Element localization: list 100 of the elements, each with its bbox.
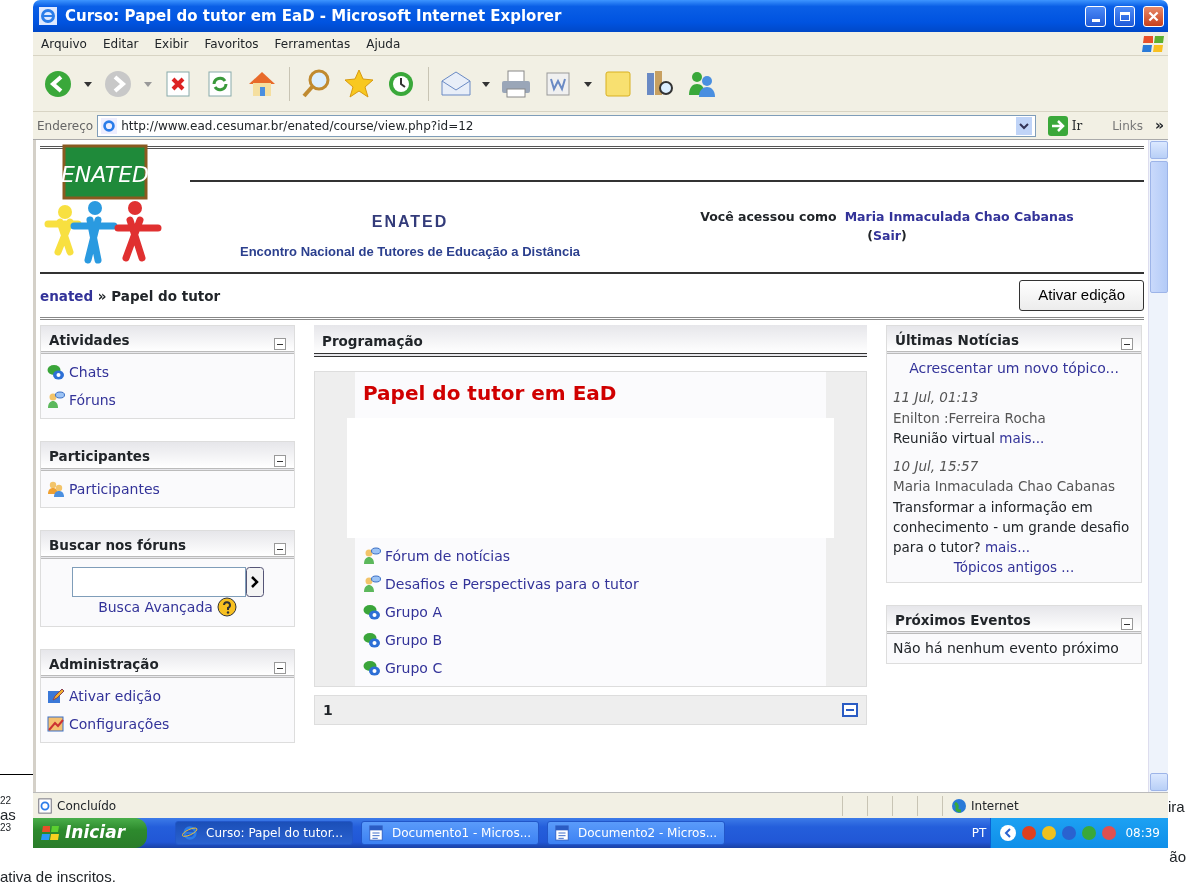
menu-item[interactable]: Editar bbox=[94, 34, 147, 53]
chevron-button[interactable]: » bbox=[1154, 115, 1164, 136]
section-title: Programação bbox=[322, 333, 423, 349]
menu-item[interactable]: Arquivo bbox=[33, 34, 95, 53]
forum-icon bbox=[363, 547, 381, 566]
document-text: ão bbox=[1169, 848, 1186, 866]
close-button[interactable] bbox=[1143, 5, 1164, 27]
help-icon[interactable] bbox=[216, 597, 237, 618]
collapse-icon[interactable] bbox=[1121, 617, 1133, 630]
chat-icon bbox=[363, 603, 381, 622]
chat-icon bbox=[363, 659, 381, 678]
browser-icon bbox=[39, 7, 57, 25]
activity-link[interactable]: Grupo A bbox=[355, 598, 826, 627]
zone-text: Internet bbox=[971, 797, 1019, 815]
add-topic-link[interactable]: Acrescentar um novo tópico... bbox=[909, 360, 1119, 377]
logout-link[interactable]: Sair bbox=[873, 228, 901, 243]
breadcrumb-link[interactable]: enated bbox=[40, 288, 94, 304]
maximize-button[interactable] bbox=[1114, 5, 1135, 27]
post-date: 10 Jul, 15:57 bbox=[893, 457, 980, 476]
block-title: Próximos Eventos bbox=[895, 610, 1031, 630]
tray-icon[interactable] bbox=[1061, 825, 1078, 841]
post-author: Maria Inmaculada Chao Cabanas bbox=[893, 477, 1117, 497]
more-link[interactable]: mais... bbox=[999, 429, 1045, 446]
forum-icon bbox=[47, 391, 65, 410]
collapse-icon[interactable] bbox=[842, 703, 858, 718]
clock: 08:39 bbox=[1125, 825, 1160, 842]
menu-item[interactable]: Ferramentas bbox=[266, 34, 359, 53]
user-link[interactable]: Maria Inmaculada Chao Cabanas bbox=[844, 208, 1074, 227]
activity-link[interactable]: Grupo C bbox=[355, 654, 826, 683]
post-subject: Reunião virtual mais... bbox=[893, 428, 1046, 448]
block-link[interactable]: Fóruns bbox=[47, 386, 288, 415]
taskbar-button[interactable]: Curso: Papel do tutor... bbox=[175, 821, 353, 845]
footnote-number: 23 bbox=[0, 822, 13, 834]
expand-tray-icon[interactable] bbox=[999, 824, 1018, 842]
block-title: Administração bbox=[49, 654, 159, 674]
document-text: ira bbox=[1168, 798, 1185, 815]
start-button[interactable]: Iniciar bbox=[33, 818, 147, 848]
block-title: Participantes bbox=[49, 447, 151, 467]
menu-item[interactable]: Ajuda bbox=[358, 34, 409, 53]
window-title: Curso: Papel do tutor em EaD - Microsoft Internet Explorer bbox=[65, 5, 563, 27]
page-icon bbox=[101, 117, 118, 134]
post-subject: Transformar a informação em conhecimento - um grande desafio para o tutor? mais... bbox=[893, 497, 1131, 557]
windows-logo-icon bbox=[41, 824, 61, 842]
document-text: as bbox=[0, 807, 17, 822]
breadcrumb: enated » Papel do tutor bbox=[40, 287, 221, 306]
edit-mode-button[interactable]: Ativar edição bbox=[1019, 280, 1144, 311]
menu-item[interactable]: Exibir bbox=[146, 34, 197, 53]
site-title: ENATED bbox=[371, 212, 449, 233]
address-field[interactable]: http://www.ead.cesumar.br/enated/course/view.php?id=12 bbox=[97, 114, 1036, 137]
status-text: Concluído bbox=[57, 797, 118, 815]
block-link[interactable]: Participantes bbox=[47, 474, 288, 503]
vertical-scrollbar[interactable] bbox=[1148, 140, 1168, 792]
collapse-icon[interactable] bbox=[274, 662, 286, 674]
language-indicator[interactable]: PT bbox=[971, 824, 987, 842]
menu-item[interactable]: Favoritos bbox=[196, 34, 267, 53]
block-title: Últimas Notícias bbox=[895, 330, 1019, 350]
section-number: 1 bbox=[323, 700, 333, 720]
document-text: ativa de inscritos. bbox=[0, 868, 116, 885]
collapse-icon[interactable] bbox=[274, 542, 286, 555]
block-link[interactable]: Ativar edição bbox=[47, 682, 288, 710]
page-icon bbox=[37, 797, 53, 814]
more-link[interactable]: mais... bbox=[984, 539, 1030, 555]
site-subtitle: Encontro Nacional de Tutores de Educação a Distância bbox=[240, 243, 580, 262]
tray-icon[interactable] bbox=[1041, 825, 1058, 841]
search-field[interactable] bbox=[71, 566, 246, 597]
search-button[interactable] bbox=[245, 566, 264, 597]
minimize-button[interactable] bbox=[1085, 5, 1106, 27]
chat-icon bbox=[363, 631, 381, 650]
collapse-icon[interactable] bbox=[274, 454, 286, 467]
block-title: Atividades bbox=[49, 331, 130, 350]
advanced-search-link[interactable]: Busca Avançada bbox=[98, 596, 213, 618]
go-button[interactable]: Ir bbox=[1039, 115, 1091, 136]
people-icon bbox=[47, 479, 65, 498]
post-date: 11 Jul, 01:13 bbox=[893, 388, 980, 408]
browser-icon bbox=[182, 825, 198, 841]
footnote-number: 22 bbox=[0, 795, 13, 807]
links-label[interactable]: Links bbox=[1112, 116, 1143, 135]
address-label: Endereço bbox=[37, 117, 94, 135]
dropdown-icon[interactable] bbox=[1015, 116, 1032, 135]
forum-icon bbox=[363, 575, 381, 594]
globe-icon bbox=[951, 797, 967, 814]
block-link[interactable]: Chats bbox=[47, 358, 288, 387]
events-text: Não há nenhum evento próximo bbox=[893, 639, 1119, 656]
collapse-icon[interactable] bbox=[1121, 338, 1133, 351]
settings-icon bbox=[47, 715, 65, 733]
activity-link[interactable]: Fórum de notícias bbox=[355, 542, 826, 571]
older-topics-link[interactable]: Tópicos antigos ... bbox=[953, 559, 1075, 576]
logout-line: (Sair) bbox=[867, 227, 907, 245]
activity-link[interactable]: Desafios e Perspectivas para o tutor bbox=[355, 570, 826, 599]
block-title: Buscar nos fóruns bbox=[49, 535, 187, 555]
pencil-icon bbox=[47, 687, 65, 705]
post-author: Enilton :Ferreira Rocha bbox=[893, 408, 1047, 428]
collapse-icon[interactable] bbox=[274, 338, 286, 351]
activity-link[interactable]: Grupo B bbox=[355, 626, 826, 655]
block-link[interactable]: Configurações bbox=[47, 710, 288, 738]
document-icon bbox=[368, 825, 384, 841]
chat-icon bbox=[47, 363, 65, 382]
login-label: Você acessou como bbox=[700, 208, 837, 227]
topic-heading: Papel do tutor em EaD bbox=[362, 380, 618, 408]
document-icon bbox=[554, 825, 570, 841]
